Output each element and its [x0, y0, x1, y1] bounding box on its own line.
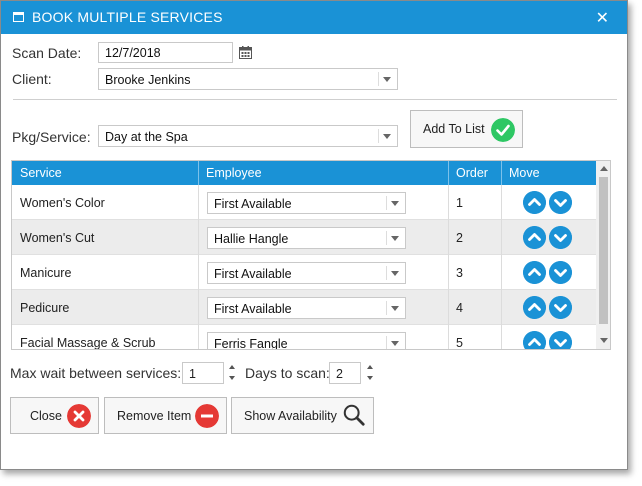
- move-up-icon[interactable]: [523, 296, 546, 319]
- scrollbar-thumb[interactable]: [599, 177, 608, 324]
- service-name: Women's Color: [20, 196, 105, 210]
- show-availability-button[interactable]: Show Availability: [231, 397, 374, 434]
- max-wait-label: Max wait between services:: [10, 365, 182, 381]
- column-header-move: Move: [509, 166, 540, 180]
- scan-date-input[interactable]: 12/7/2018: [98, 42, 233, 63]
- chevron-down-icon: [391, 201, 399, 206]
- move-up-icon[interactable]: [523, 191, 546, 214]
- service-name: Facial Massage & Scrub: [20, 336, 156, 350]
- employee-select[interactable]: Ferris Fangle: [207, 332, 406, 350]
- employee-select[interactable]: First Available: [207, 262, 406, 284]
- client-select[interactable]: Brooke Jenkins: [98, 68, 398, 90]
- table-row: Manicure First Available 3: [12, 255, 596, 290]
- employee-select-value: First Available: [214, 267, 292, 281]
- move-down-icon[interactable]: [549, 296, 572, 319]
- pkg-service-select-value: Day at the Spa: [105, 130, 188, 144]
- order-value: 1: [456, 196, 463, 210]
- scan-date-label: Scan Date:: [12, 45, 82, 61]
- services-grid: Service Employee Order Move Women's Colo…: [11, 160, 611, 350]
- table-row: Women's Color First Available 1: [12, 185, 596, 220]
- calendar-icon[interactable]: [239, 46, 252, 59]
- move-down-icon[interactable]: [549, 261, 572, 284]
- scroll-up-icon[interactable]: [600, 166, 608, 171]
- days-to-scan-spinner[interactable]: [367, 362, 375, 384]
- table-row: Pedicure First Available 4: [12, 290, 596, 325]
- table-row: Facial Massage & Scrub Ferris Fangle 5: [12, 325, 596, 350]
- employee-select-value: Ferris Fangle: [214, 337, 288, 350]
- service-name: Manicure: [20, 266, 72, 280]
- client-select-value: Brooke Jenkins: [105, 73, 191, 87]
- dialog-title: BOOK MULTIPLE SERVICES: [32, 9, 223, 25]
- table-row: Women's Cut Hallie Hangle 2: [12, 220, 596, 255]
- order-value: 3: [456, 266, 463, 280]
- minus-circle-icon: [195, 404, 219, 428]
- column-header-employee: Employee: [206, 166, 262, 180]
- chevron-down-icon: [391, 236, 399, 241]
- employee-select-value: Hallie Hangle: [214, 232, 289, 246]
- move-down-icon[interactable]: [549, 226, 572, 249]
- max-wait-input[interactable]: 1: [182, 362, 224, 384]
- service-name: Women's Cut: [20, 231, 95, 245]
- max-wait-spinner[interactable]: [229, 362, 237, 384]
- move-up-icon[interactable]: [523, 226, 546, 249]
- employee-select-value: First Available: [214, 302, 292, 316]
- pkg-service-label: Pkg/Service:: [12, 129, 91, 145]
- spin-down-icon[interactable]: [367, 376, 373, 380]
- days-to-scan-input[interactable]: 2: [329, 362, 361, 384]
- window-icon: [13, 12, 24, 22]
- remove-item-button[interactable]: Remove Item: [104, 397, 227, 434]
- client-label: Client:: [12, 71, 52, 87]
- chevron-down-icon: [391, 306, 399, 311]
- employee-select[interactable]: First Available: [207, 192, 406, 214]
- pkg-service-select[interactable]: Day at the Spa: [98, 125, 398, 147]
- order-value: 4: [456, 301, 463, 315]
- dialog-titlebar: BOOK MULTIPLE SERVICES ✕: [1, 1, 627, 34]
- add-to-list-button[interactable]: Add To List: [410, 110, 523, 148]
- scroll-down-icon[interactable]: [600, 338, 608, 343]
- close-button[interactable]: Close: [10, 397, 99, 434]
- order-value: 5: [456, 336, 463, 350]
- chevron-down-icon: [383, 77, 391, 82]
- column-header-service: Service: [20, 166, 62, 180]
- spin-down-icon[interactable]: [229, 376, 235, 380]
- show-availability-button-label: Show Availability: [244, 409, 337, 423]
- order-value: 2: [456, 231, 463, 245]
- close-button-label: Close: [30, 409, 62, 423]
- close-circle-icon: [67, 404, 91, 428]
- employee-select[interactable]: First Available: [207, 297, 406, 319]
- grid-header: Service Employee Order Move: [12, 161, 596, 185]
- book-multiple-services-dialog: BOOK MULTIPLE SERVICES ✕ Scan Date: 12/7…: [0, 0, 628, 470]
- checkmark-icon: [491, 118, 515, 142]
- move-up-icon[interactable]: [523, 261, 546, 284]
- days-to-scan-label: Days to scan:: [245, 365, 330, 381]
- spin-up-icon[interactable]: [367, 365, 373, 369]
- divider: [13, 99, 617, 100]
- move-down-icon[interactable]: [549, 331, 572, 350]
- chevron-down-icon: [391, 341, 399, 346]
- magnifier-icon: [343, 404, 365, 426]
- move-down-icon[interactable]: [549, 191, 572, 214]
- spin-up-icon[interactable]: [229, 365, 235, 369]
- add-to-list-label: Add To List: [423, 122, 485, 136]
- employee-select-value: First Available: [214, 197, 292, 211]
- remove-item-button-label: Remove Item: [117, 409, 192, 423]
- move-up-icon[interactable]: [523, 331, 546, 350]
- employee-select[interactable]: Hallie Hangle: [207, 227, 406, 249]
- close-icon[interactable]: ✕: [596, 8, 609, 28]
- chevron-down-icon: [391, 271, 399, 276]
- column-header-order: Order: [456, 166, 488, 180]
- service-name: Pedicure: [20, 301, 70, 315]
- chevron-down-icon: [383, 134, 391, 139]
